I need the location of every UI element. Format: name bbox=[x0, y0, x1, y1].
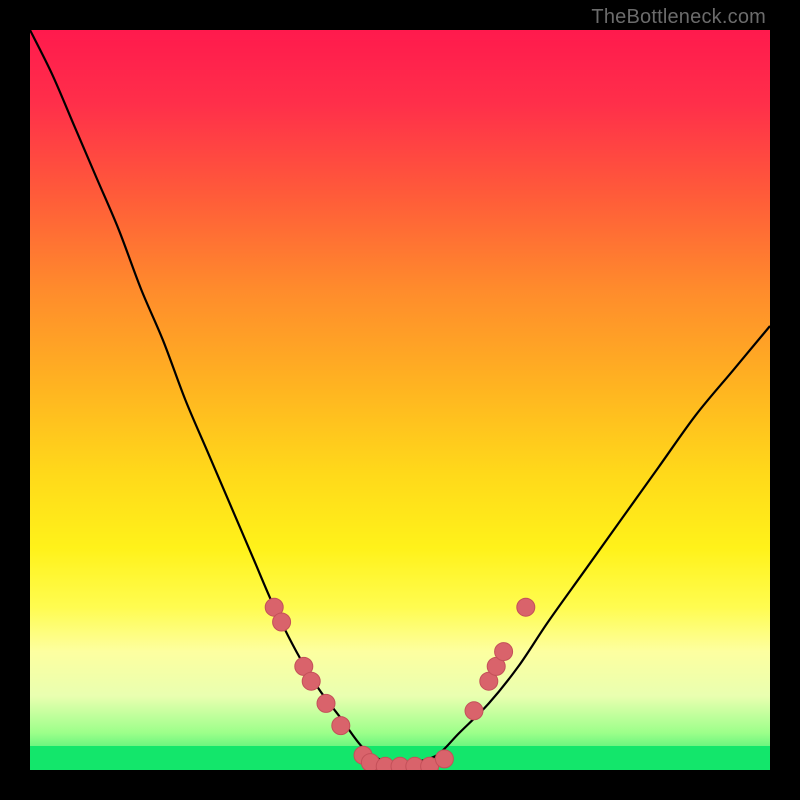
plot-area bbox=[30, 30, 770, 770]
chart-frame: TheBottleneck.com bbox=[0, 0, 800, 800]
curve-marker bbox=[332, 717, 350, 735]
curve-marker bbox=[495, 643, 513, 661]
curve-marker bbox=[302, 672, 320, 690]
curve-marker bbox=[273, 613, 291, 631]
curve-markers bbox=[265, 598, 535, 770]
curve-svg bbox=[30, 30, 770, 770]
curve-marker bbox=[435, 750, 453, 768]
bottleneck-curve bbox=[30, 30, 770, 770]
curve-marker bbox=[465, 702, 483, 720]
curve-marker bbox=[517, 598, 535, 616]
watermark-text: TheBottleneck.com bbox=[591, 6, 766, 29]
curve-marker bbox=[317, 694, 335, 712]
